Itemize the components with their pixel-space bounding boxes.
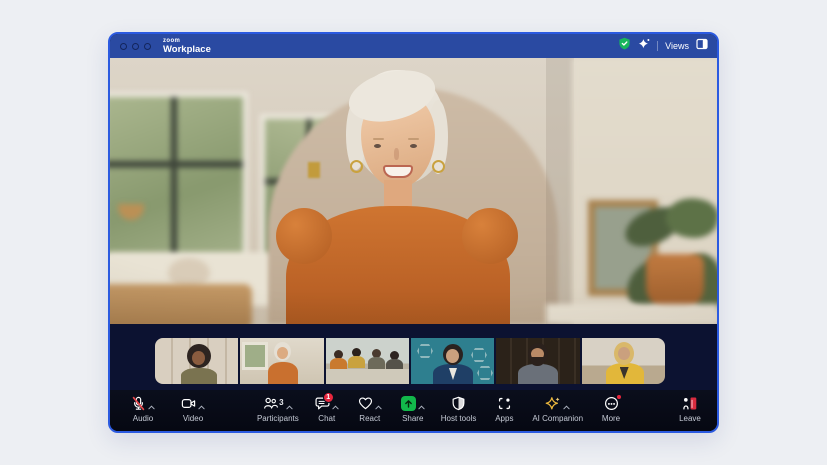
ai-companion-icon: [545, 396, 561, 416]
views-grid-icon[interactable]: [696, 37, 708, 55]
brand-zoom-text: zoom: [163, 38, 211, 44]
chevron-up-icon[interactable]: [418, 397, 425, 415]
thumb5-person-body: [518, 364, 558, 384]
leave-icon: [682, 396, 698, 416]
thumb3-person-body: [368, 357, 385, 369]
more-button[interactable]: More: [596, 396, 626, 423]
ai-companion-button[interactable]: AI Companion: [532, 396, 583, 423]
share-label: Share: [402, 414, 423, 423]
titlebar: zoom Workplace Views: [110, 34, 717, 58]
mic-off-icon: [131, 396, 146, 416]
thumb6-person-face: [618, 347, 630, 360]
views-label[interactable]: Views: [665, 41, 689, 51]
participant-video-2[interactable]: [240, 338, 323, 384]
participant-video-4[interactable]: [411, 338, 494, 384]
react-icon: [358, 396, 373, 416]
apps-button[interactable]: Apps: [489, 396, 519, 423]
scene-vignette: [110, 58, 717, 324]
toolbar-left-group: Audio Video: [110, 396, 208, 423]
thumb1-person-face: [192, 351, 205, 365]
chat-button[interactable]: 1 Chat: [312, 396, 342, 423]
audio-button[interactable]: Audio: [128, 396, 158, 423]
window-dot[interactable]: [120, 43, 127, 50]
video-button[interactable]: Video: [178, 396, 208, 423]
leave-button[interactable]: Leave: [675, 396, 705, 423]
zoom-workplace-logo: zoom Workplace: [163, 38, 211, 55]
window-dots-icon[interactable]: [110, 43, 151, 50]
host-tools-icon: [451, 396, 466, 416]
chevron-up-icon[interactable]: [286, 397, 293, 415]
thumb2-person-body: [268, 362, 298, 384]
toolbar-center-group: 3 Participants 1 Chat: [257, 396, 626, 423]
chevron-up-icon[interactable]: [375, 397, 382, 415]
participant-video-3[interactable]: [326, 338, 409, 384]
participant-video-5[interactable]: [496, 338, 579, 384]
more-notification-dot: [616, 394, 622, 400]
participant-thumbnails: [155, 338, 665, 384]
share-icon: [401, 396, 416, 411]
zoom-app-window: zoom Workplace Views: [108, 32, 719, 433]
chat-icon: 1: [315, 396, 330, 416]
thumb1-person-body: [181, 368, 217, 384]
shield-check-icon[interactable]: [618, 37, 631, 55]
apps-icon: [497, 396, 512, 416]
chevron-up-icon[interactable]: [198, 397, 205, 415]
titlebar-right-controls: Views: [618, 37, 717, 55]
participant-video-1[interactable]: [155, 338, 238, 384]
window-dot[interactable]: [144, 43, 151, 50]
participants-button[interactable]: 3 Participants: [257, 396, 299, 423]
chevron-up-icon[interactable]: [563, 397, 570, 415]
brand-workplace-text: Workplace: [163, 45, 211, 55]
filmstrip: [110, 324, 717, 390]
react-button[interactable]: React: [355, 396, 385, 423]
participants-icon: [263, 396, 278, 416]
participants-count: 3: [279, 398, 283, 407]
window-dot[interactable]: [132, 43, 139, 50]
participant-video-6[interactable]: [582, 338, 665, 384]
sparkle-icon[interactable]: [638, 37, 650, 55]
thumb2-window: [242, 342, 268, 370]
chevron-up-icon[interactable]: [148, 397, 155, 415]
chat-unread-badge: 1: [323, 392, 334, 403]
main-video-tile[interactable]: [110, 58, 717, 324]
host-tools-button[interactable]: Host tools: [441, 396, 477, 423]
thumb3-table: [326, 369, 409, 384]
share-button[interactable]: Share: [398, 396, 428, 423]
meeting-toolbar: Audio Video: [110, 390, 717, 431]
titlebar-separator: [657, 41, 658, 51]
toolbar-right-group: Leave: [675, 396, 717, 423]
more-icon: [604, 396, 619, 416]
thumb3-person-body: [348, 356, 365, 368]
thumb4-person-face: [446, 349, 459, 363]
camera-icon: [181, 396, 196, 416]
